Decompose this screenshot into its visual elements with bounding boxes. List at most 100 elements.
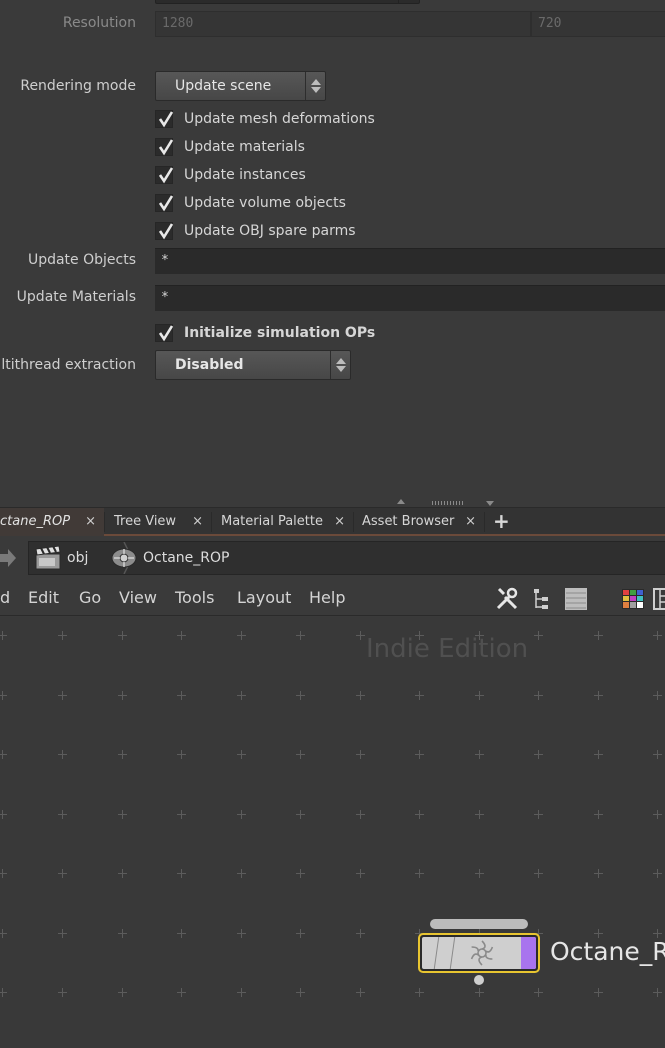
node-body[interactable] xyxy=(422,937,536,969)
dropdown-arrows-icon xyxy=(330,351,350,379)
grip-icon[interactable] xyxy=(432,501,464,505)
menu-go[interactable]: Go xyxy=(79,588,101,607)
grid-plus-mark xyxy=(237,929,246,938)
menu-add[interactable]: d xyxy=(0,588,10,607)
check-init-simulation[interactable]: Initialize simulation OPs xyxy=(155,323,375,343)
network-path-bar: obj Octane_ROP xyxy=(0,538,665,578)
grid-plus-mark xyxy=(534,810,543,819)
add-tab-icon[interactable]: + xyxy=(493,511,510,531)
network-editor-canvas[interactable]: Indie Edition Octane_RC xyxy=(0,617,665,1048)
collapse-down-icon[interactable] xyxy=(486,501,494,506)
check-instances[interactable]: Update instances xyxy=(155,165,306,185)
grid-plus-mark xyxy=(296,691,305,700)
checkbox[interactable] xyxy=(155,138,174,156)
breadcrumb-obj[interactable]: obj xyxy=(35,542,88,574)
tab-material-palette[interactable]: Material Palette × xyxy=(213,508,353,536)
checkbox[interactable] xyxy=(155,222,174,240)
menu-edit[interactable]: Edit xyxy=(28,588,59,607)
checkmark-icon xyxy=(158,325,174,342)
update-materials-field[interactable]: * xyxy=(155,285,665,311)
check-label: Update mesh deformations xyxy=(184,111,375,127)
pane-tab-bar: ctane_ROP × Tree View × Material Palette… xyxy=(0,508,665,536)
list-icon[interactable] xyxy=(563,586,589,612)
grid-plus-mark xyxy=(177,988,186,997)
back-arrow-icon[interactable] xyxy=(0,548,16,568)
multithread-label: ltithread extraction xyxy=(1,357,136,373)
grid-plus-mark xyxy=(475,869,484,878)
checkmark-icon xyxy=(158,223,174,240)
multithread-dropdown[interactable]: Disabled xyxy=(155,350,351,380)
node-name-label[interactable]: Octane_RC xyxy=(550,937,665,966)
checkmark-icon xyxy=(158,139,174,156)
checkbox[interactable] xyxy=(155,324,174,342)
grid-plus-mark xyxy=(0,691,7,700)
checkbox[interactable] xyxy=(155,166,174,184)
octane-icon xyxy=(470,940,494,966)
octane-rop-node[interactable] xyxy=(418,933,540,973)
close-icon[interactable]: × xyxy=(192,508,203,536)
menu-help[interactable]: Help xyxy=(309,588,345,607)
layout-icon[interactable] xyxy=(652,586,665,612)
grid-plus-mark xyxy=(58,750,67,759)
close-icon[interactable]: × xyxy=(334,508,345,536)
resolution-x-field[interactable]: 1280 xyxy=(155,11,531,37)
grid-plus-mark xyxy=(177,810,186,819)
grid-plus-mark xyxy=(475,750,484,759)
grid-plus-mark xyxy=(237,631,246,640)
cropped-dropdown[interactable] xyxy=(155,0,420,4)
grid-plus-mark xyxy=(237,988,246,997)
grid-plus-mark xyxy=(594,988,603,997)
check-label: Update instances xyxy=(184,167,306,183)
menu-tools[interactable]: Tools xyxy=(175,588,214,607)
node-display-flag[interactable] xyxy=(430,919,528,929)
grid-plus-mark xyxy=(0,988,7,997)
menu-view[interactable]: View xyxy=(119,588,157,607)
breadcrumb-octane-rop[interactable]: Octane_ROP xyxy=(111,542,229,574)
checkbox[interactable] xyxy=(155,194,174,212)
collapse-up-icon[interactable] xyxy=(397,499,405,504)
resolution-label: Resolution xyxy=(62,15,136,31)
grid-plus-mark xyxy=(237,750,246,759)
color-palette-icon[interactable] xyxy=(620,586,646,612)
grid-plus-mark xyxy=(653,691,662,700)
grid-plus-mark xyxy=(356,810,365,819)
node-output-connector[interactable] xyxy=(474,975,484,985)
checkbox[interactable] xyxy=(155,110,174,128)
close-icon[interactable]: × xyxy=(85,508,96,536)
tree-icon[interactable] xyxy=(530,586,556,612)
breadcrumb-label: obj xyxy=(67,550,89,566)
tab-asset-browser[interactable]: Asset Browser × xyxy=(354,508,484,536)
resolution-y-field[interactable]: 720 xyxy=(531,11,665,37)
dropdown-arrows-icon xyxy=(305,72,325,100)
checkmark-icon xyxy=(158,111,174,128)
grid-plus-mark xyxy=(58,988,67,997)
breadcrumb-label: Octane_ROP xyxy=(143,550,230,566)
grid-plus-mark xyxy=(0,631,7,640)
menu-layout[interactable]: Layout xyxy=(237,588,291,607)
check-obj-spare-parms[interactable]: Update OBJ spare parms xyxy=(155,221,356,241)
tab-octane-rop[interactable]: ctane_ROP × xyxy=(0,508,104,536)
update-objects-field[interactable]: * xyxy=(155,248,665,274)
rendering-mode-dropdown[interactable]: Update scene xyxy=(155,71,326,101)
check-materials[interactable]: Update materials xyxy=(155,137,305,157)
node-bypass-stripe xyxy=(449,937,456,969)
close-icon[interactable]: × xyxy=(465,508,476,536)
grid-plus-mark xyxy=(237,810,246,819)
grid-plus-mark xyxy=(475,988,484,997)
octane-rop-icon xyxy=(111,548,137,568)
wrench-icon[interactable] xyxy=(494,586,520,612)
grid-plus-mark xyxy=(356,631,365,640)
grid-plus-mark xyxy=(58,691,67,700)
check-label: Update materials xyxy=(184,139,305,155)
node-render-flag[interactable] xyxy=(521,937,536,969)
rendering-mode-label: Rendering mode xyxy=(20,78,136,94)
tab-divider xyxy=(104,512,105,532)
pane-splitter[interactable] xyxy=(0,498,665,508)
grid-plus-mark xyxy=(0,810,7,819)
tab-tree-view[interactable]: Tree View × xyxy=(106,508,211,536)
grid-plus-mark xyxy=(177,929,186,938)
check-volume-objects[interactable]: Update volume objects xyxy=(155,193,346,213)
grid-plus-mark xyxy=(475,691,484,700)
check-mesh-deformations[interactable]: Update mesh deformations xyxy=(155,109,375,129)
edition-watermark: Indie Edition xyxy=(366,634,529,664)
